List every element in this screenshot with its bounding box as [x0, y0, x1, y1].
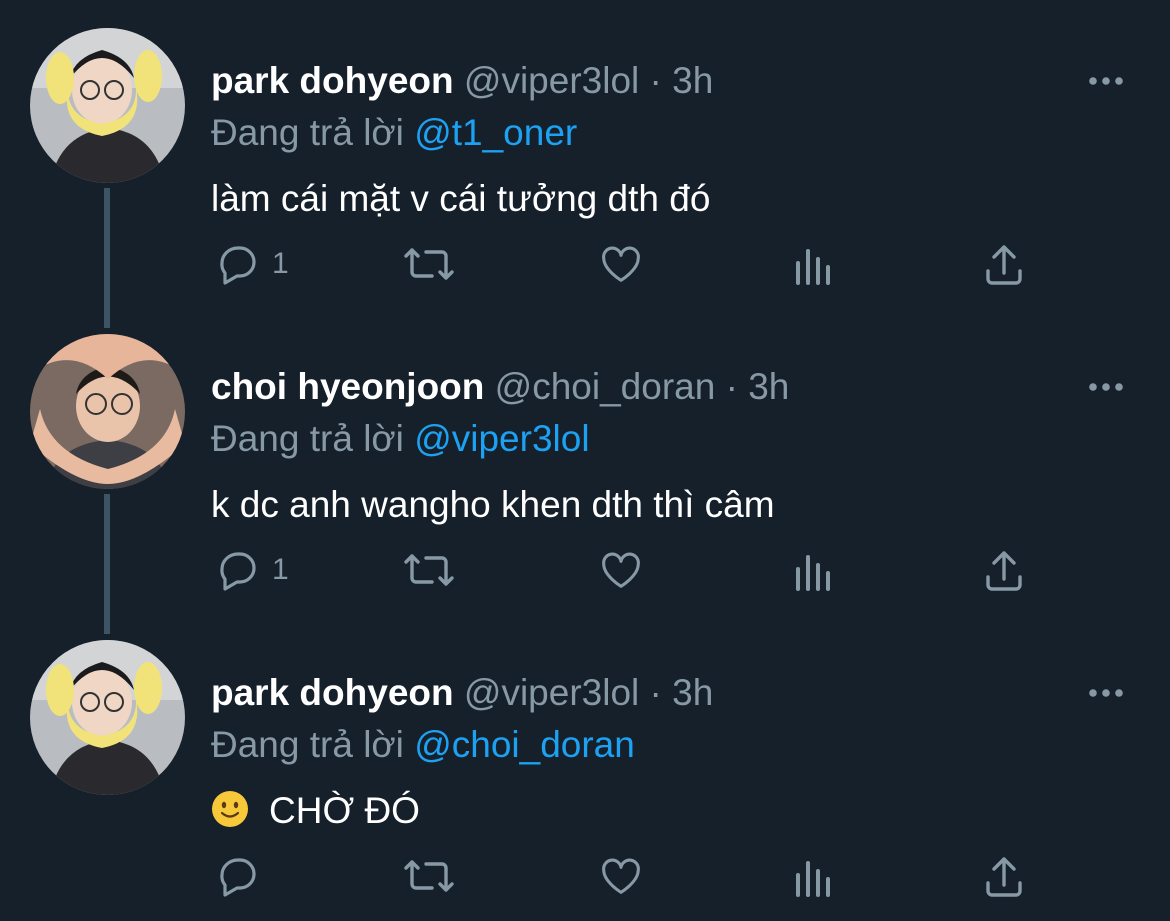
reply-count: 1 — [272, 553, 289, 586]
display-name[interactable]: park dohyeon — [211, 672, 454, 713]
reply-button[interactable]: 1 — [214, 542, 289, 598]
retweet-button[interactable] — [402, 542, 456, 598]
like-button[interactable] — [598, 236, 644, 292]
tweet-header: park dohyeon @viper3lol · 3h — [211, 670, 713, 716]
mention-link[interactable]: @choi_doran — [414, 724, 635, 765]
share-button[interactable] — [982, 236, 1026, 292]
reply-icon — [220, 858, 256, 897]
separator-dot: · — [649, 60, 662, 101]
heart-icon — [602, 246, 640, 282]
reply-icon — [220, 552, 256, 591]
tweet-actions: 1 — [0, 236, 1170, 296]
avatar[interactable] — [30, 28, 185, 183]
like-button[interactable] — [598, 542, 644, 598]
share-button[interactable] — [982, 848, 1026, 904]
tweet[interactable]: park dohyeon @viper3lol · 3h Đang trả lờ… — [0, 26, 1170, 306]
share-icon — [986, 245, 1022, 285]
tweet-header: park dohyeon @viper3lol · 3h — [211, 58, 713, 104]
avatar[interactable] — [30, 640, 185, 795]
timestamp[interactable]: 3h — [672, 60, 713, 101]
replying-to-label: Đang trả lời — [211, 724, 404, 765]
tweet-text-container: CHỜ ĐÓ — [211, 788, 420, 834]
share-icon — [986, 857, 1022, 897]
analytics-icon — [796, 861, 830, 897]
timestamp[interactable]: 3h — [672, 672, 713, 713]
user-handle[interactable]: @choi_doran — [495, 366, 716, 407]
slightly-smiling-face-icon — [211, 790, 249, 828]
more-options-icon[interactable] — [1086, 372, 1126, 402]
more-options-icon[interactable] — [1086, 66, 1126, 96]
tweet-text: làm cái mặt v cái tưởng dth đó — [211, 178, 711, 219]
separator-dot: · — [725, 366, 738, 407]
display-name[interactable]: park dohyeon — [211, 60, 454, 101]
tweet-thread: park dohyeon @viper3lol · 3h Đang trả lờ… — [0, 0, 1170, 921]
user-handle[interactable]: @viper3lol — [464, 60, 639, 101]
analytics-button[interactable] — [792, 236, 834, 292]
reply-icon — [220, 246, 256, 285]
avatar[interactable] — [30, 334, 185, 489]
heart-icon — [602, 552, 640, 588]
analytics-icon — [796, 249, 830, 285]
tweet-actions: 1 — [0, 542, 1170, 602]
tweet-text: k dc anh wangho khen dth thì câm — [211, 484, 775, 525]
retweet-icon — [404, 554, 454, 586]
replying-to: Đang trả lời @t1_oner — [211, 110, 577, 156]
tweet[interactable]: park dohyeon @viper3lol · 3h Đang trả lờ… — [0, 638, 1170, 921]
heart-icon — [602, 858, 640, 894]
retweet-icon — [404, 248, 454, 280]
replying-to-label: Đang trả lời — [211, 112, 404, 153]
reply-count: 1 — [272, 247, 289, 280]
tweet-text: CHỜ ĐÓ — [269, 790, 420, 831]
share-icon — [986, 551, 1022, 591]
replying-to: Đang trả lời @viper3lol — [211, 416, 590, 462]
more-options-icon[interactable] — [1086, 678, 1126, 708]
retweet-icon — [404, 860, 454, 892]
tweet-header: choi hyeonjoon @choi_doran · 3h — [211, 364, 789, 410]
reply-button[interactable] — [214, 848, 272, 904]
reply-button[interactable]: 1 — [214, 236, 289, 292]
tweet[interactable]: choi hyeonjoon @choi_doran · 3h Đang trả… — [0, 332, 1170, 612]
mention-link[interactable]: @viper3lol — [414, 418, 589, 459]
timestamp[interactable]: 3h — [748, 366, 789, 407]
replying-to-label: Đang trả lời — [211, 418, 404, 459]
like-button[interactable] — [598, 848, 644, 904]
display-name[interactable]: choi hyeonjoon — [211, 366, 484, 407]
retweet-button[interactable] — [402, 236, 456, 292]
analytics-button[interactable] — [792, 542, 834, 598]
tweet-actions — [0, 848, 1170, 908]
share-button[interactable] — [982, 542, 1026, 598]
user-handle[interactable]: @viper3lol — [464, 672, 639, 713]
analytics-button[interactable] — [792, 848, 834, 904]
mention-link[interactable]: @t1_oner — [414, 112, 577, 153]
separator-dot: · — [649, 672, 662, 713]
analytics-icon — [796, 555, 830, 591]
retweet-button[interactable] — [402, 848, 456, 904]
replying-to: Đang trả lời @choi_doran — [211, 722, 635, 768]
